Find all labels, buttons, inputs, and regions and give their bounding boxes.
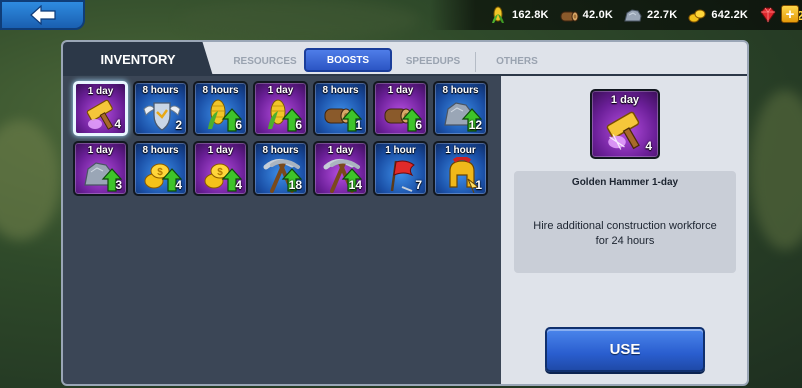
tab-resources-label: RESOURCES: [233, 55, 297, 67]
corn-icon: [492, 6, 504, 23]
plus-icon: +: [785, 5, 795, 23]
inventory-panel: INVENTORY RESOURCES BOOSTS SPEEDUPS OTHE…: [61, 40, 749, 386]
item-quantity: 12: [468, 118, 482, 132]
resource-food: 162.8K: [488, 6, 549, 24]
resource-bar: 162.8K 42.0K 22.7K 642.2K 282: [430, 0, 802, 30]
item-duration: 8 hours: [142, 145, 179, 156]
inventory-item-slot[interactable]: 8 hours 18: [253, 141, 308, 196]
inventory-item-slot[interactable]: 1 day 4: [73, 81, 128, 136]
log-icon: [560, 11, 579, 22]
item-quantity: 4: [114, 117, 121, 131]
tab-divider: [475, 52, 476, 72]
inventory-item-slot[interactable]: 8 hours 6: [193, 81, 248, 136]
background-scenery: [750, 90, 802, 250]
inventory-item-slot[interactable]: 1 day $4: [193, 141, 248, 196]
inventory-item-slot[interactable]: 1 day 3: [73, 141, 128, 196]
tab-speedups-label: SPEEDUPS: [405, 55, 461, 67]
back-button[interactable]: [0, 0, 85, 30]
inventory-item-slot[interactable]: 8 hours $4: [133, 141, 188, 196]
item-quantity: 3: [115, 178, 122, 192]
tab-inventory[interactable]: INVENTORY: [63, 42, 213, 76]
item-duration: 8 hours: [202, 85, 239, 96]
svg-text:$: $: [157, 167, 163, 178]
selected-item-slot: 1 day 4: [590, 89, 660, 159]
item-duration: 8 hours: [442, 85, 479, 96]
item-duration: 1 day: [267, 85, 294, 96]
inventory-item-slot[interactable]: 8 hours 1: [313, 81, 368, 136]
item-grid-area: 1 day 4 8 hours 2 8 hours 6 1 day 6 8 hours 1 1 da…: [63, 76, 501, 384]
item-duration: 1 day: [87, 145, 114, 156]
svg-text:$: $: [217, 167, 223, 178]
wood-value: 42.0K: [582, 9, 614, 21]
item-grid: 1 day 4 8 hours 2 8 hours 6 1 day 6 8 hours 1 1 da…: [73, 81, 489, 197]
ruby-gem-icon: [760, 7, 776, 23]
item-quantity: 1: [355, 118, 362, 132]
selected-item-icon: 1 day 4: [590, 89, 660, 159]
inventory-item-slot[interactable]: 8 hours 12: [433, 81, 488, 136]
tab-resources[interactable]: RESOURCES: [225, 48, 305, 74]
item-quantity: 4: [235, 178, 242, 192]
background-scenery: [0, 120, 60, 240]
gold-coins-icon: [688, 9, 706, 23]
item-duration: 8 hours: [262, 145, 299, 156]
tab-others-label: OTHERS: [496, 55, 538, 67]
item-duration: 1 day: [327, 145, 354, 156]
use-button[interactable]: USE: [545, 327, 705, 372]
selected-item-description: Hire additional construction workforce f…: [533, 220, 717, 247]
tab-others[interactable]: OTHERS: [477, 48, 557, 74]
item-duration: 1 hour: [385, 145, 416, 156]
item-duration: 8 hours: [322, 85, 359, 96]
item-duration: 8 hours: [142, 85, 179, 96]
inventory-item-slot[interactable]: 1 hour 1: [433, 141, 488, 196]
item-quantity: 18: [288, 178, 302, 192]
item-quantity: 1: [475, 178, 482, 192]
item-duration: 1 day: [87, 86, 114, 97]
resource-wood: 42.0K: [559, 6, 613, 24]
inventory-item-slot[interactable]: 8 hours 2: [133, 81, 188, 136]
buy-gems-button[interactable]: +: [781, 5, 799, 23]
tab-boosts-label: BOOSTS: [326, 54, 370, 66]
food-value: 162.8K: [512, 9, 549, 21]
stone-icon: [624, 9, 642, 22]
item-quantity: 14: [348, 178, 362, 192]
item-quantity: 7: [415, 178, 422, 192]
tab-boosts[interactable]: BOOSTS: [304, 48, 392, 72]
selected-item-name: Golden Hammer 1-day: [514, 171, 736, 195]
item-duration: 1 day: [387, 85, 414, 96]
item-quantity: 6: [295, 118, 302, 132]
tab-speedups[interactable]: SPEEDUPS: [393, 48, 473, 74]
inventory-item-slot[interactable]: 1 day 6: [253, 81, 308, 136]
background-scenery: [180, 0, 420, 40]
selected-item-description-box: Hire additional construction workforce f…: [514, 195, 736, 273]
stone-value: 22.7K: [647, 9, 678, 21]
selected-item-time: 1 day: [610, 94, 640, 106]
back-arrow-icon: [29, 5, 56, 25]
resource-gold: 642.2K: [687, 6, 748, 24]
resource-stone: 22.7K: [623, 6, 677, 24]
item-duration: 1 day: [207, 145, 234, 156]
inventory-item-slot[interactable]: 1 day 6: [373, 81, 428, 136]
item-quantity: 6: [415, 118, 422, 132]
selected-item-qty: 4: [645, 139, 652, 153]
inventory-item-slot[interactable]: 1 day 14: [313, 141, 368, 196]
item-duration: 1 hour: [445, 145, 476, 156]
gold-value: 642.2K: [711, 9, 749, 21]
tab-bar: INVENTORY RESOURCES BOOSTS SPEEDUPS OTHE…: [63, 42, 747, 76]
item-quantity: 4: [175, 178, 182, 192]
item-quantity: 2: [175, 118, 182, 132]
inventory-item-slot[interactable]: 1 hour 7: [373, 141, 428, 196]
item-quantity: 6: [235, 118, 242, 132]
tab-inventory-label: INVENTORY: [100, 51, 176, 67]
use-button-label: USE: [609, 341, 641, 358]
